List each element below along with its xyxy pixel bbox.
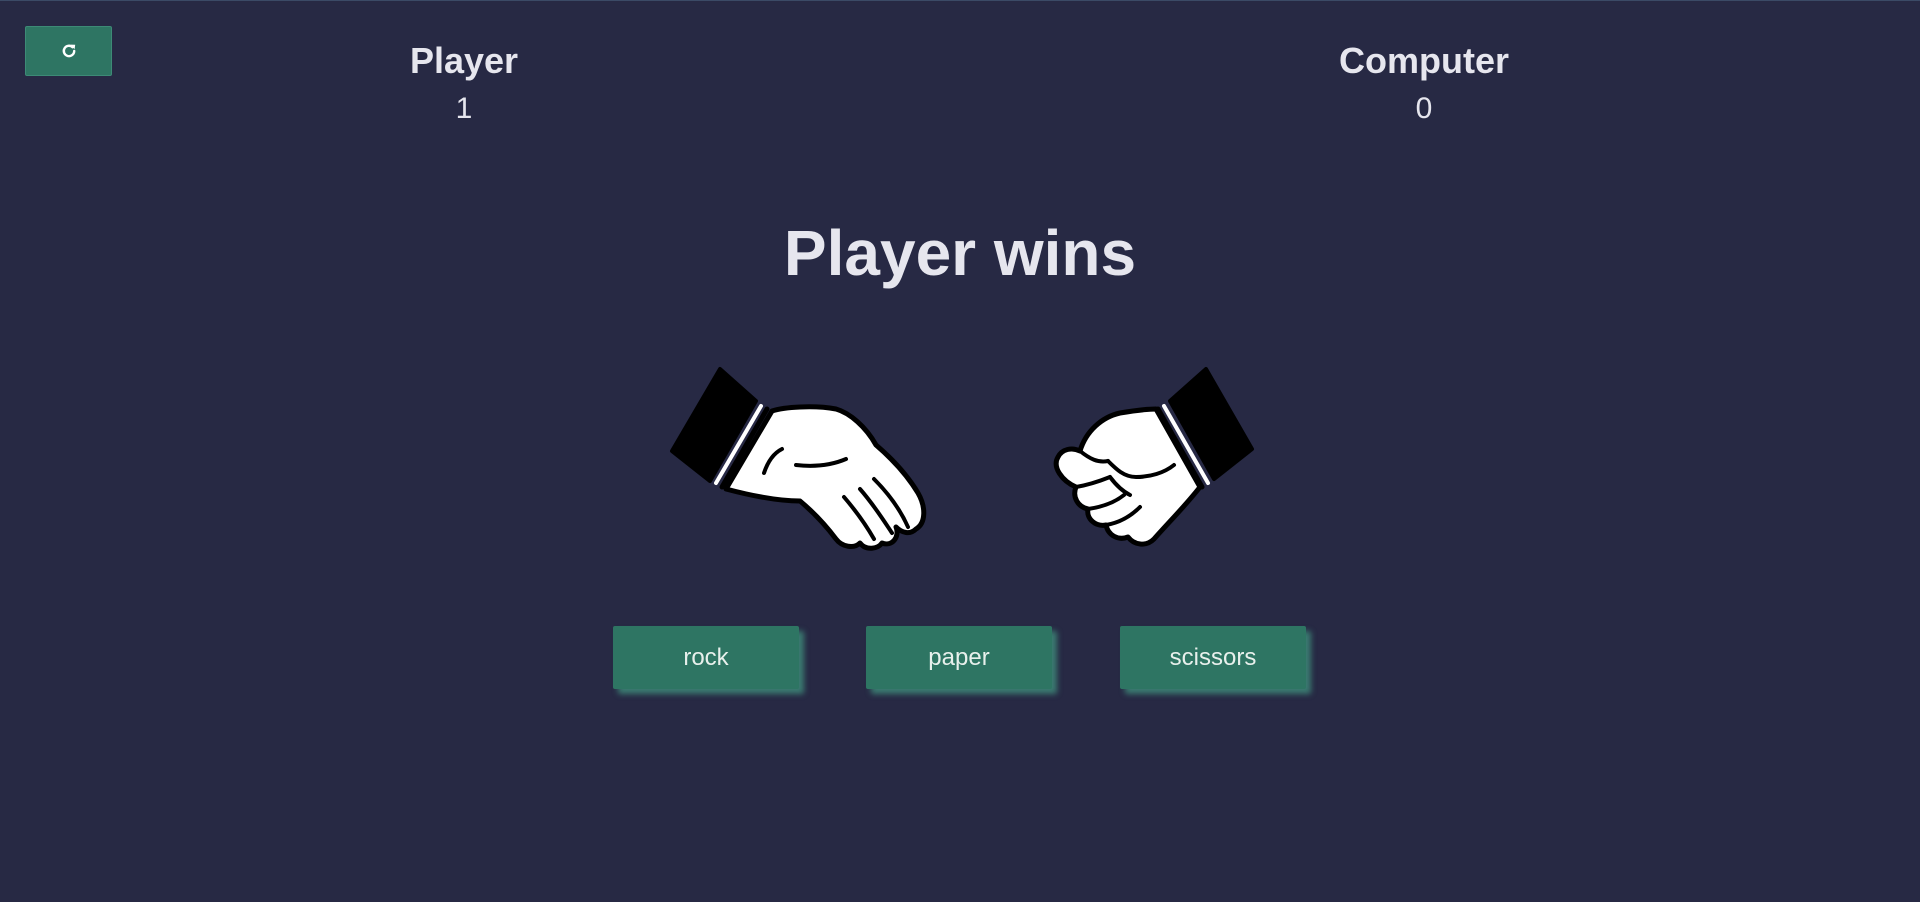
computer-score-title: Computer xyxy=(1339,40,1509,81)
player-score-title: Player xyxy=(409,40,519,81)
computer-score-value: 0 xyxy=(1415,92,1433,125)
paper-button[interactable]: paper xyxy=(866,626,1052,689)
computer-hand-rock-icon xyxy=(1053,367,1254,547)
computer-score-panel: Computer 0 xyxy=(1274,39,1574,127)
result-text: Player wins xyxy=(783,217,1137,289)
game-screen: Player 1 Computer 0 Player wins rock pap… xyxy=(0,0,1920,902)
refresh-icon xyxy=(62,44,75,58)
player-score-value: 1 xyxy=(455,92,473,125)
scissors-button[interactable]: scissors xyxy=(1120,626,1306,689)
player-hand-paper-icon xyxy=(670,367,927,551)
reset-button[interactable] xyxy=(25,26,112,76)
player-score-panel: Player 1 xyxy=(314,39,614,127)
rock-button[interactable]: rock xyxy=(613,626,799,689)
